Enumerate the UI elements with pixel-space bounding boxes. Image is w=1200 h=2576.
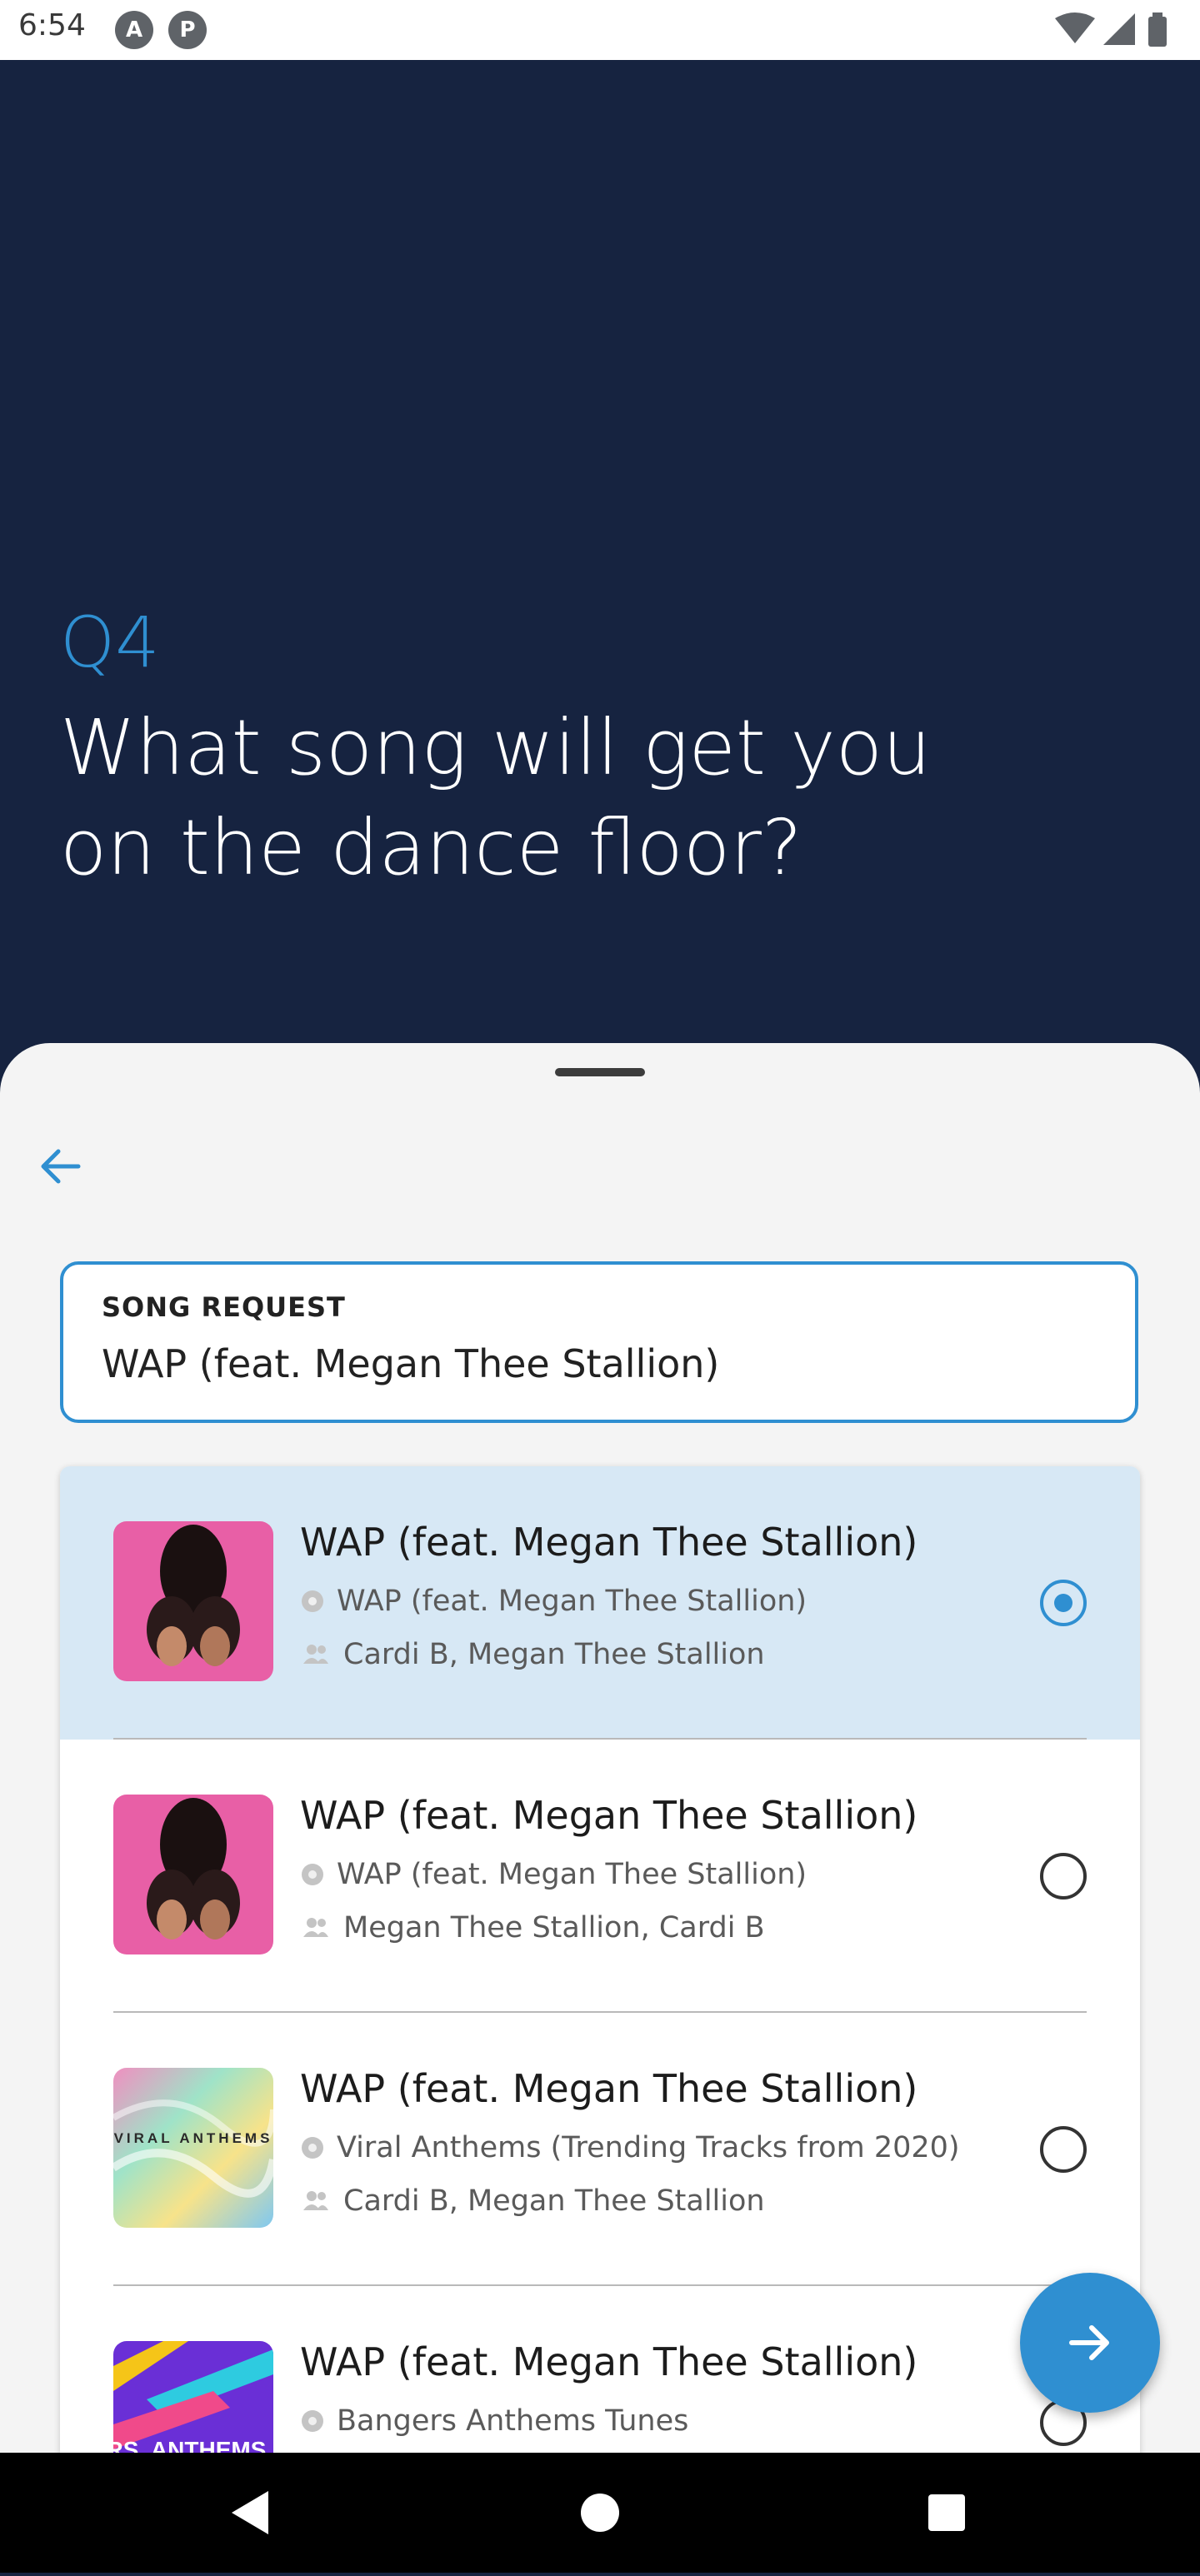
result-title: WAP (feat. Megan Thee Stallion) — [300, 1793, 918, 1838]
back-button[interactable] — [28, 1135, 92, 1198]
result-album: WAP (feat. Megan Thee Stallion) — [337, 1585, 808, 1618]
result-radio-button[interactable] — [1040, 2126, 1087, 2173]
signal-icon — [1103, 13, 1135, 45]
result-album-row: Bangers Anthems Tunes — [300, 2404, 688, 2438]
question-line-2: on the dance floor? — [60, 803, 802, 892]
people-icon — [303, 1918, 328, 1937]
result-artists-row: Cardi B, Megan Thee Stallion — [300, 2184, 765, 2218]
album-art: VIRAL ANTHEMS — [113, 2068, 273, 2228]
result-album: WAP (feat. Megan Thee Stallion) — [337, 1858, 808, 1891]
result-item[interactable]: BANGERS. ANTHEMS. TUNES. WAP (feat. Mega… — [60, 2286, 1140, 2453]
question-number: Q4 — [60, 602, 160, 683]
album-art: BANGERS. ANTHEMS. TUNES. — [113, 2341, 273, 2453]
people-icon — [303, 2191, 328, 2210]
result-artists: Cardi B, Megan Thee Stallion — [343, 2184, 765, 2218]
album-art-text: VIRAL ANTHEMS — [114, 2130, 273, 2146]
album-art-text: BANGERS. ANTHEMS. TUNES. — [113, 2437, 273, 2453]
result-album-row: Viral Anthems (Trending Tracks from 2020… — [300, 2131, 960, 2164]
disc-icon — [302, 2410, 323, 2432]
album-art — [113, 1521, 273, 1681]
result-title: WAP (feat. Megan Thee Stallion) — [300, 2339, 918, 2384]
bottom-sheet: SONG REQUEST WAP (feat. Megan Thee Stall… — [0, 1043, 1200, 2453]
search-results-list: WAP (feat. Megan Thee Stallion) WAP (fea… — [60, 1466, 1140, 2453]
square-recents-icon[interactable] — [928, 2494, 965, 2531]
disc-icon — [302, 1590, 323, 1612]
result-artists-row: Megan Thee Stallion, Cardi B — [300, 1911, 765, 1944]
album-art — [113, 1795, 273, 1954]
disc-icon — [302, 2137, 323, 2159]
people-icon — [303, 1645, 328, 1664]
wifi-icon — [1055, 12, 1095, 43]
system-navigation-bar — [0, 2453, 1200, 2573]
result-artists: Megan Thee Stallion, Cardi B — [343, 1911, 765, 1944]
status-icons — [1055, 12, 1180, 48]
result-album: Bangers Anthems Tunes — [337, 2404, 689, 2438]
triangle-back-icon[interactable] — [232, 2491, 268, 2534]
status-time: 6:54 — [18, 8, 86, 42]
circle-home-icon[interactable] — [581, 2494, 619, 2532]
song-request-label: SONG REQUEST — [102, 1291, 346, 1323]
status-bar: 6:54 A P — [0, 0, 1200, 60]
result-radio-button[interactable] — [1040, 1853, 1087, 1900]
result-item[interactable]: WAP (feat. Megan Thee Stallion) WAP (fea… — [60, 1466, 1140, 1740]
arrow-left-icon — [41, 1149, 81, 1184]
result-artists-row: Cardi B, Megan Thee Stallion — [300, 1638, 765, 1671]
sheet-drag-handle[interactable] — [555, 1068, 645, 1076]
result-title: WAP (feat. Megan Thee Stallion) — [300, 1520, 918, 1565]
question-line-1: What song will get you — [60, 703, 932, 792]
result-album: Viral Anthems (Trending Tracks from 2020… — [337, 2131, 960, 2164]
result-radio-button[interactable] — [1040, 1580, 1087, 1626]
result-item[interactable]: VIRAL ANTHEMS WAP (feat. Megan Thee Stal… — [60, 2013, 1140, 2286]
next-button[interactable] — [1020, 2273, 1160, 2413]
notification-app-icon: P — [168, 11, 207, 49]
question-text: What song will get you on the dance floo… — [60, 698, 1060, 898]
result-album-row: WAP (feat. Megan Thee Stallion) — [300, 1858, 807, 1891]
question-header: Q4 What song will get you on the dance f… — [0, 60, 1200, 1043]
arrow-right-icon — [1069, 2325, 1109, 2360]
song-request-input[interactable] — [102, 1341, 1085, 1386]
battery-icon — [1148, 12, 1167, 47]
result-artists: Cardi B, Megan Thee Stallion — [343, 1638, 765, 1671]
result-title: WAP (feat. Megan Thee Stallion) — [300, 2066, 918, 2111]
song-request-field[interactable]: SONG REQUEST — [60, 1261, 1138, 1423]
result-item[interactable]: WAP (feat. Megan Thee Stallion) WAP (fea… — [60, 1740, 1140, 2013]
disc-icon — [302, 1864, 323, 1885]
result-album-row: WAP (feat. Megan Thee Stallion) — [300, 1585, 807, 1618]
notification-app-icon: A — [115, 11, 153, 49]
